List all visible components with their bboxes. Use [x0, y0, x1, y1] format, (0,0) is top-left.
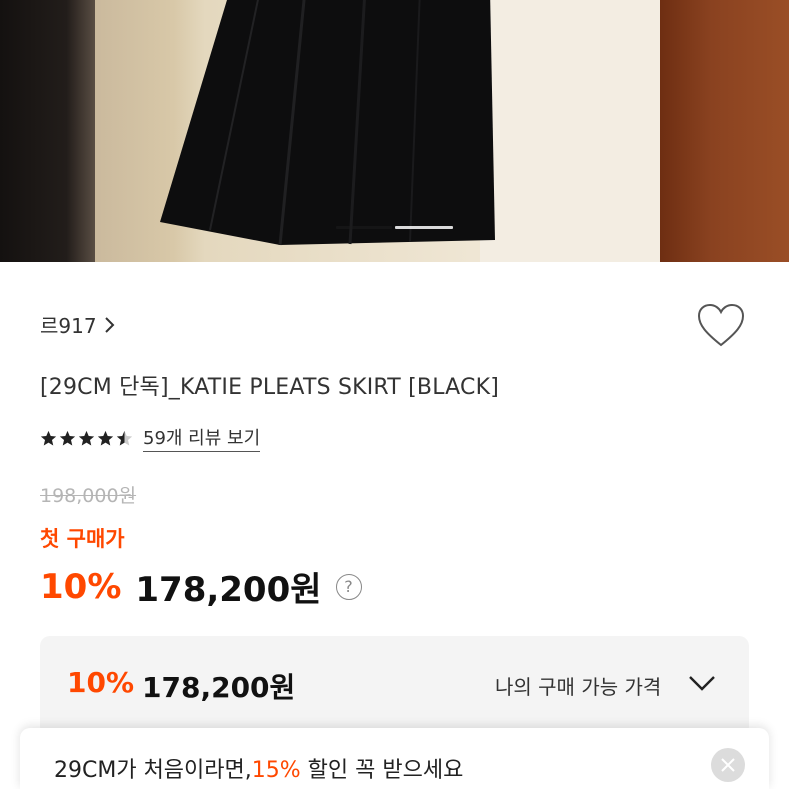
close-x-glyph: [721, 758, 735, 772]
discount-rate: 10%: [40, 566, 122, 607]
star-half-icon: [116, 430, 133, 445]
price-row: 10% 178,200원 ?: [40, 562, 362, 611]
first-purchase-label: 첫 구매가: [40, 527, 125, 551]
hero-wall: [480, 0, 665, 262]
close-icon[interactable]: [711, 748, 745, 782]
sale-price: 178,200원: [135, 570, 322, 610]
my-discount-rate: 10%: [67, 666, 135, 699]
my-price-label: 나의 구매 가능 가격: [495, 675, 662, 699]
carousel-indicator-2[interactable]: [395, 226, 453, 229]
star-icon: [40, 430, 57, 445]
heart-icon[interactable]: [696, 302, 746, 350]
chevron-down-icon[interactable]: [687, 674, 717, 692]
carousel-indicator-1[interactable]: [336, 226, 392, 229]
my-price: 178,200원: [142, 671, 296, 704]
star-icon: [59, 430, 76, 445]
chevron-right-icon: [104, 316, 114, 333]
brand-name: 르917: [40, 314, 97, 338]
promo-text-before: 29CM가 처음이라면,: [54, 758, 252, 783]
rating-stars: [40, 430, 133, 447]
promo-text-after: 할인 꼭 받으세요: [300, 758, 464, 783]
product-title: [29CM 단독]_KATIE PLEATS SKIRT [BLACK]: [40, 375, 500, 400]
brand-link[interactable]: 르917: [40, 310, 117, 339]
product-hero-image[interactable]: [0, 0, 789, 262]
review-link[interactable]: 59개 리뷰 보기: [143, 424, 261, 452]
star-icon: [97, 430, 114, 445]
promo-text: 29CM가 처음이라면,15% 할인 꼭 받으세요: [54, 752, 463, 784]
promo-accent: 15%: [251, 758, 301, 783]
star-icon: [78, 430, 95, 445]
hero-shadow: [0, 0, 95, 262]
skirt-image: [160, 0, 495, 246]
original-price: 198,000원: [40, 485, 137, 507]
help-icon[interactable]: ?: [335, 573, 362, 600]
promo-banner[interactable]: 29CM가 처음이라면,15% 할인 꼭 받으세요: [20, 728, 769, 789]
my-price-box[interactable]: 10% 178,200원 나의 구매 가능 가격: [40, 636, 749, 736]
hero-door: [660, 0, 789, 262]
rating-row: 59개 리뷰 보기: [40, 424, 261, 452]
